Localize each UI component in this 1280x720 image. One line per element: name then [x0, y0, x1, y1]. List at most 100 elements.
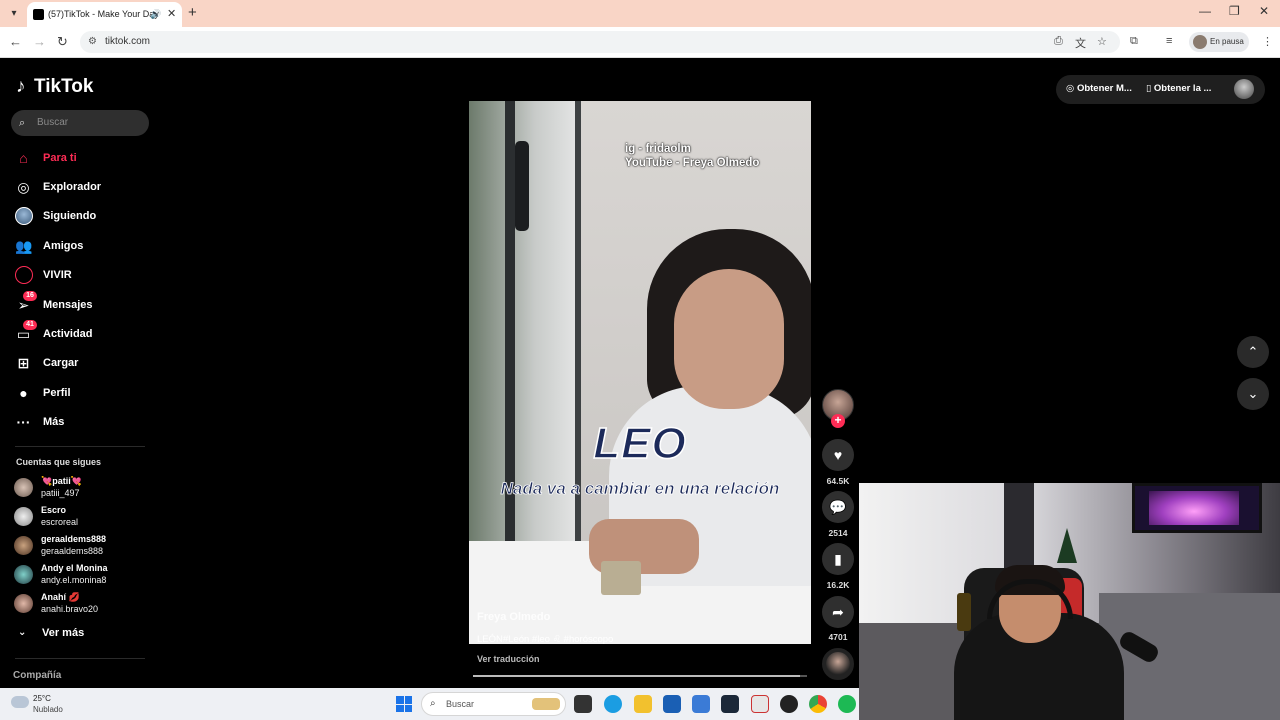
nav-vivir[interactable]: VIVIR — [15, 265, 72, 285]
restore-icon[interactable]: ❐ — [1229, 4, 1240, 18]
live-icon — [15, 266, 33, 284]
overlay-line: YouTube - Freya Olmedo — [625, 157, 760, 169]
media-controls-icon[interactable]: ≡ — [1166, 35, 1172, 47]
address-bar: ← → ↻ ⚙ tiktok.com ⎙ 文 ☆ ⧉ ≡ En pausa ⋮ — [0, 27, 1280, 58]
logo-text: TikTok — [34, 76, 94, 97]
chrome-icon[interactable] — [809, 695, 827, 713]
follow-plus-icon[interactable]: + — [831, 414, 845, 428]
get-app-button[interactable]: ▯ Obtener la ... — [1146, 83, 1211, 94]
video-progress-bar[interactable] — [473, 675, 807, 677]
tiktok-note-icon: ♪ — [16, 76, 26, 97]
music-disc-icon[interactable] — [822, 648, 854, 680]
translate-icon[interactable]: 文 — [1075, 35, 1086, 51]
edge-icon[interactable] — [604, 695, 622, 713]
video-window-handle — [515, 141, 529, 231]
get-app-label: Obtener la ... — [1153, 83, 1212, 94]
tiktok-logo[interactable]: ♪ TikTok — [16, 76, 93, 98]
avatar — [14, 507, 33, 526]
video-title-text: LEO — [593, 418, 687, 469]
coin-icon: ◎ — [1066, 83, 1077, 94]
nav-mas[interactable]: ··· Más — [15, 412, 65, 432]
steam-icon[interactable] — [721, 695, 739, 713]
company-link[interactable]: Compañía — [13, 670, 61, 681]
tab-title: (57)TikTok - Make Your Day — [48, 9, 159, 19]
nav-cargar[interactable]: ⊞ Cargar — [15, 353, 79, 373]
windows-start-icon[interactable] — [396, 696, 412, 712]
weather-condition: Nublado — [33, 705, 63, 714]
url-input[interactable]: ⚙ tiktok.com — [80, 31, 1120, 53]
share-count: 4701 — [828, 632, 848, 642]
browser-menu-icon[interactable]: ⋮ — [1262, 35, 1273, 48]
nav-perfil[interactable]: ● Perfil — [15, 383, 70, 403]
like-count: 64.5K — [826, 476, 850, 486]
top-right-actions: ◎ Obtener M... ▯ Obtener la ... — [1056, 75, 1265, 104]
spotify-icon[interactable] — [838, 695, 856, 713]
back-icon[interactable]: ← — [9, 34, 22, 49]
outlook-icon[interactable] — [692, 695, 710, 713]
install-app-icon[interactable]: ⎙ — [1054, 35, 1063, 48]
screenshot-icon[interactable] — [751, 695, 769, 713]
progress-fill — [473, 675, 801, 677]
reload-icon[interactable]: ↻ — [57, 34, 68, 50]
webcam-couch — [1099, 593, 1280, 720]
chevron-down-icon: ⌄ — [18, 627, 27, 638]
next-video-button[interactable]: ⌄ — [1237, 378, 1269, 410]
video-overlay-text: ig - fridaolm YouTube - Freya Olmedo — [625, 142, 759, 170]
chevron-up-icon: ⌃ — [1247, 344, 1259, 359]
like-button[interactable]: ♥ — [822, 439, 854, 471]
account-username: patiii_497 — [41, 488, 80, 498]
audio-playing-icon[interactable]: 🔊 — [150, 2, 161, 27]
account-name: geraaldems888 — [41, 534, 107, 544]
tab-close-icon[interactable]: ✕ — [167, 2, 176, 27]
extensions-icon[interactable]: ⧉ — [1130, 35, 1138, 48]
minimize-icon[interactable]: — — [1199, 4, 1211, 18]
share-button[interactable]: ➦ — [822, 596, 854, 628]
translate-button[interactable]: Ver traducción — [477, 654, 540, 664]
nav-actividad[interactable]: ▭ 41 Actividad — [15, 320, 93, 344]
task-view-icon[interactable] — [574, 695, 592, 713]
chevron-down-icon: ⌄ — [1247, 386, 1259, 401]
weather-temperature: 25°C — [33, 694, 51, 703]
video-author[interactable]: Freya Olmedo — [477, 611, 550, 623]
sidebar-divider — [15, 658, 145, 659]
weather-widget[interactable]: 25°C Nublado — [11, 694, 111, 716]
nav-mensajes[interactable]: ➢ 16 Mensajes — [15, 291, 93, 315]
previous-video-button[interactable]: ⌃ — [1237, 336, 1269, 368]
site-info-icon[interactable]: ⚙ — [88, 31, 97, 53]
store-icon[interactable] — [663, 695, 681, 713]
profile-avatar — [1193, 35, 1207, 49]
video-caption[interactable]: LEÓN#León #leo ♌ #horóscopo — [477, 634, 613, 644]
window-close-icon[interactable]: ✕ — [1259, 4, 1269, 18]
search-placeholder: Buscar — [37, 117, 69, 128]
nav-amigos[interactable]: 👥 Amigos — [15, 236, 83, 256]
comment-button[interactable]: 💬 — [822, 491, 854, 523]
nav-label: Amigos — [43, 240, 84, 252]
forward-icon[interactable]: → — [33, 34, 46, 49]
get-coins-button[interactable]: ◎ Obtener M... — [1066, 83, 1132, 94]
save-button[interactable]: ▮ — [822, 543, 854, 575]
webcam-bottle — [957, 593, 971, 631]
user-avatar[interactable] — [1234, 79, 1254, 99]
account-username: anahi.bravo20 — [41, 604, 99, 614]
profile-chip[interactable]: En pausa — [1189, 32, 1249, 52]
account-username: escroreal — [41, 517, 79, 527]
messages-badge: 16 — [23, 291, 37, 301]
bookmark-star-icon[interactable]: ☆ — [1097, 35, 1107, 48]
nav-siguiendo[interactable]: Siguiendo — [15, 206, 96, 226]
obs-icon[interactable] — [780, 695, 798, 713]
nav-label: Cargar — [43, 357, 79, 369]
bookmark-icon: ▮ — [834, 551, 842, 567]
file-explorer-icon[interactable] — [634, 695, 652, 713]
sidebar-divider — [15, 446, 145, 447]
nav-explorador[interactable]: ◎ Explorador — [15, 177, 101, 197]
nav-para-ti[interactable]: ⌂ Para ti — [15, 148, 76, 168]
new-tab-button[interactable]: + — [188, 4, 197, 21]
tiktok-favicon-icon — [33, 9, 44, 20]
search-input[interactable]: ⌕ Buscar — [11, 110, 149, 136]
video-player[interactable]: ig - fridaolm YouTube - Freya Olmedo LEO… — [469, 101, 811, 644]
taskbar-search-input[interactable]: ⌕ Buscar — [421, 692, 566, 716]
nav-label: Mensajes — [43, 299, 93, 311]
tab-search-icon[interactable]: ▾ — [6, 6, 22, 22]
see-more-button[interactable]: ⌄ Ver más — [18, 627, 84, 639]
browser-tab[interactable]: (57)TikTok - Make Your Day 🔊 ✕ — [27, 2, 182, 27]
